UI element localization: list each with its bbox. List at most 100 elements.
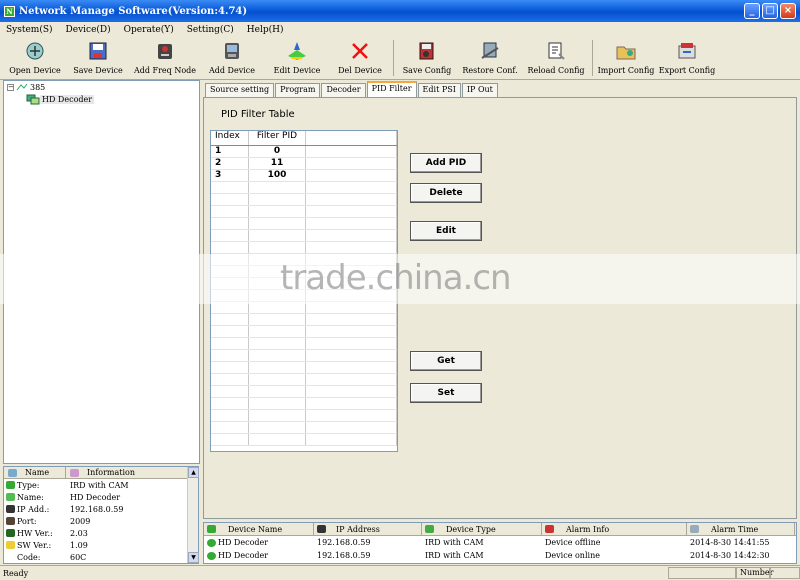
empty-table-row[interactable] [211,326,397,338]
empty-table-row[interactable] [211,350,397,362]
log-header-device-name[interactable]: Device Name [204,523,314,535]
menu-system[interactable]: System(S) [6,25,53,35]
watermark: trade.china.cn [280,258,512,298]
tree-node-hd-decoder[interactable]: HD Decoder [26,94,95,105]
minimize-button[interactable]: _ [744,3,760,19]
toolbar-separator [592,40,593,76]
tab-ip-out[interactable]: IP Out [461,83,498,97]
menu-operate[interactable]: Operate(Y) [124,25,174,35]
column-header-empty[interactable] [306,131,397,145]
empty-table-row[interactable] [211,398,397,410]
maximize-button[interactable]: □ [762,3,778,19]
column-header-filter-pid[interactable]: Filter PID [249,131,306,145]
log-header-ip-address[interactable]: IP Address [314,523,422,535]
tab-decoder[interactable]: Decoder [321,83,366,97]
info-row-type: Type: IRD with CAM [4,479,198,491]
delete-device-button[interactable]: Del Device [330,38,390,78]
add-freq-node-icon [158,44,172,59]
empty-table-row[interactable] [211,374,397,386]
empty-table-row[interactable] [211,218,397,230]
save-device-button[interactable]: Save Device [66,38,130,78]
log-header: Device Name IP Address Device Type Alarm… [204,523,796,536]
log-header-device-type[interactable]: Device Type [422,523,542,535]
export-config-button[interactable]: Export Config [656,38,718,78]
tab-edit-psi[interactable]: Edit PSI [417,83,461,97]
alarm-log: Device Name IP Address Device Type Alarm… [203,522,797,564]
log-header-alarm-time[interactable]: Alarm Time [687,523,795,535]
network-icon [16,83,28,91]
menu-help[interactable]: Help(H) [247,25,284,35]
add-freq-node-button[interactable]: Add Freq Node [130,38,200,78]
log-row[interactable]: HD Decoder 192.168.0.59 IRD with CAM Dev… [204,549,796,562]
menu-setting[interactable]: Setting(C) [187,25,234,35]
save-config-button[interactable]: Save Config [397,38,457,78]
tab-strip: Source setting Program Decoder PID Filte… [205,81,499,97]
empty-table-row[interactable] [211,434,397,446]
info-scrollbar[interactable]: ▲ ▼ [187,467,199,563]
name-icon [6,493,15,501]
scroll-down-icon[interactable]: ▼ [188,552,199,563]
empty-table-row[interactable] [211,338,397,350]
device-icon [207,525,216,533]
table-header: Index Filter PID [211,131,397,146]
open-device-button[interactable]: Open Device [4,38,66,78]
name-icon [8,468,17,477]
tab-source-setting[interactable]: Source setting [205,83,275,97]
tab-pid-filter[interactable]: PID Filter [366,81,417,97]
scroll-up-icon[interactable]: ▲ [188,467,199,478]
info-row-code: Code: 60C [17,552,87,562]
clock-icon [690,525,699,533]
window-title: Network Manage Software(Version:4.74) [19,5,248,17]
info-header-name[interactable]: Name [4,467,66,478]
reload-config-button[interactable]: Reload Config [523,38,589,78]
type-icon [6,481,15,489]
close-button[interactable]: × [780,3,796,19]
decoder-icon [26,94,40,105]
delete-button[interactable]: Delete [410,183,482,203]
info-header-information[interactable]: Information [66,467,188,478]
tree-root-node[interactable]: − 385 [7,83,45,92]
edit-button[interactable]: Edit [410,221,482,241]
empty-table-row[interactable] [211,362,397,374]
toolbar-separator [393,40,394,76]
save-device-icon [89,42,107,60]
menu-bar: System(S) Device(D) Operate(Y) Setting(C… [0,22,800,38]
ip-icon [317,525,326,533]
restore-config-button[interactable]: Restore Conf. [457,38,523,78]
empty-table-row[interactable] [211,194,397,206]
port-icon [6,517,15,525]
device-status-icon [207,538,216,547]
device-status-icon [207,551,216,560]
import-config-icon [616,46,636,60]
info-row-name: Name: HD Decoder [4,491,198,503]
tab-program[interactable]: Program [275,83,321,97]
status-text: Ready [3,568,29,578]
app-icon: N [4,5,15,17]
empty-table-row[interactable] [211,230,397,242]
edit-device-button[interactable]: Edit Device [264,38,330,78]
empty-table-row[interactable] [211,314,397,326]
import-config-button[interactable]: Import Config [596,38,656,78]
log-header-alarm-info[interactable]: Alarm Info [542,523,687,535]
column-header-index[interactable]: Index [211,131,249,145]
get-button[interactable]: Get [410,351,482,371]
table-row[interactable]: 3 100 [211,170,397,182]
empty-table-row[interactable] [211,242,397,254]
menu-device[interactable]: Device(D) [66,25,111,35]
pid-filter-title: PID Filter Table [221,109,295,120]
table-row[interactable]: 10 [211,146,397,158]
device-info-panel: Name Information Type: IRD with CAM Name:… [3,466,199,564]
collapse-icon[interactable]: − [7,84,14,91]
empty-table-row[interactable] [211,206,397,218]
empty-table-row[interactable] [211,422,397,434]
empty-table-row[interactable] [211,410,397,422]
set-button[interactable]: Set [410,383,482,403]
log-row[interactable]: HD Decoder 192.168.0.59 IRD with CAM Dev… [204,536,796,549]
empty-table-row[interactable] [211,182,397,194]
hardware-icon [6,529,15,537]
add-pid-button[interactable]: Add PID [410,153,482,173]
table-row[interactable]: 2 11 [211,158,397,170]
empty-table-row[interactable] [211,386,397,398]
info-row-hw-version: HW Ver.: 2.03 [4,527,198,539]
add-device-button[interactable]: Add Device [200,38,264,78]
